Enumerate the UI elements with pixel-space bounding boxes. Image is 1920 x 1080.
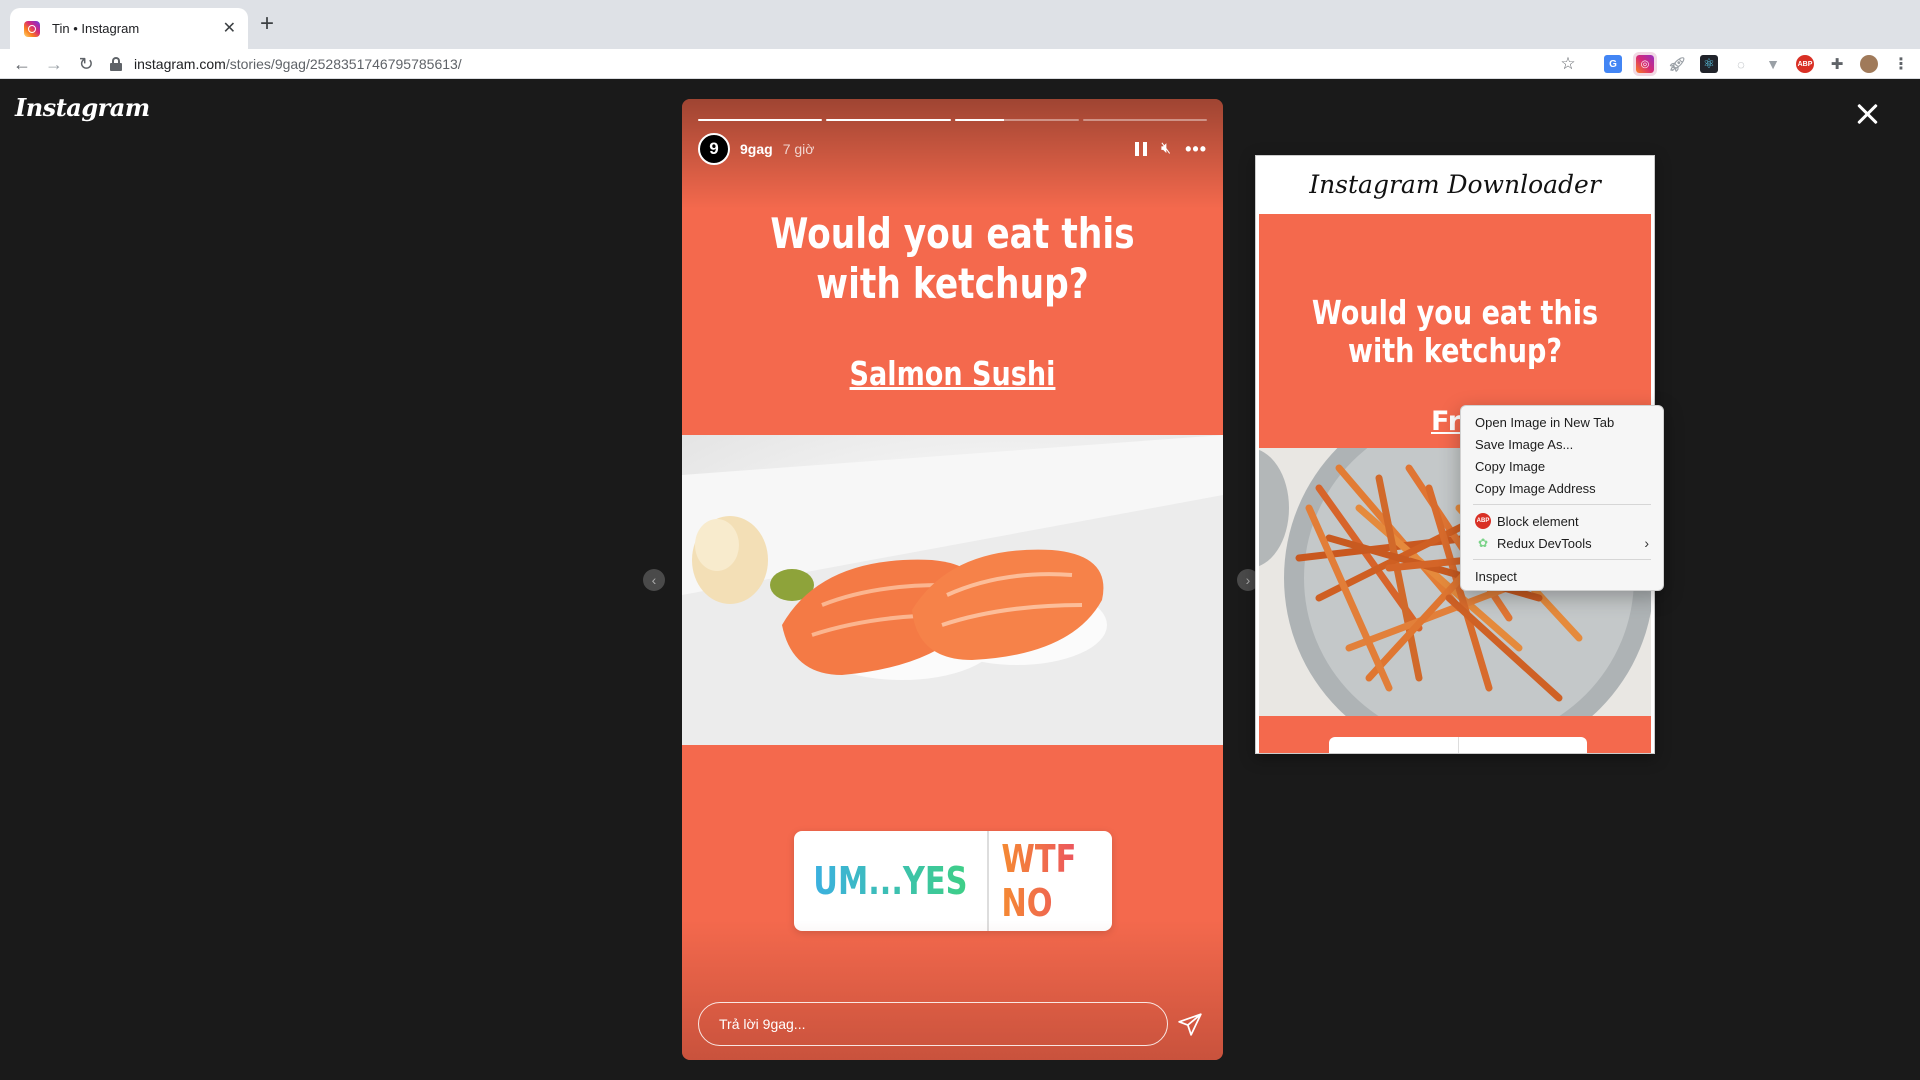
menu-separator — [1473, 559, 1651, 560]
poll-divider — [986, 831, 989, 931]
previous-story-arrow-icon[interactable]: ‹ — [643, 569, 665, 591]
story-progress-fill — [954, 119, 1005, 121]
url-domain: instagram.com — [134, 56, 226, 72]
chrome-menu-icon[interactable]: ⋮ — [1892, 55, 1910, 73]
clock-icon[interactable]: ◌ — [1732, 55, 1750, 73]
story-subtitle: Salmon Sushi — [849, 354, 1056, 393]
url-path: /stories/9gag/2528351746795785613/ — [225, 56, 462, 72]
menu-item-save-image-as[interactable]: Save Image As... — [1461, 433, 1663, 455]
poll-no-label: WTF NO — [1001, 837, 1100, 925]
menu-item-label: Block element — [1497, 513, 1579, 529]
popup-poll-sticker — [1329, 737, 1587, 753]
submenu-chevron-icon: › — [1644, 535, 1649, 551]
tab-title: Tin • Instagram — [52, 21, 140, 36]
tab-close-icon[interactable]: ✕ — [223, 20, 236, 37]
story-username[interactable]: 9gag — [740, 141, 773, 157]
lock-icon — [110, 57, 122, 71]
reload-button[interactable]: ↻ — [74, 52, 98, 76]
adblock-icon: ABP — [1475, 513, 1491, 529]
story-progress-fill — [826, 119, 951, 121]
story-card[interactable]: 9 9gag 7 giờ 🔇︎ ••• Would you eat this w… — [682, 99, 1223, 1060]
menu-item-copy-image[interactable]: Copy Image — [1461, 455, 1663, 477]
translate-icon[interactable]: G — [1604, 55, 1622, 73]
mute-icon[interactable]: 🔇︎ — [1161, 140, 1171, 158]
bookmark-star-icon[interactable]: ☆ — [1559, 54, 1577, 74]
poll-yes-label: UM...YES — [813, 859, 968, 903]
poll-option-yes[interactable]: UM...YES — [813, 831, 967, 931]
tab-strip: Tin • Instagram ✕ + — [0, 0, 1920, 49]
salmon-sushi-photo — [682, 435, 1223, 745]
more-options-icon[interactable]: ••• — [1185, 139, 1207, 160]
browser-tab[interactable]: Tin • Instagram ✕ — [10, 8, 248, 49]
story-timestamp: 7 giờ — [782, 141, 815, 157]
reply-placeholder: Trả lời 9gag... — [719, 1016, 806, 1032]
adblock-icon[interactable]: ABP — [1796, 55, 1814, 73]
pause-icon[interactable] — [1135, 142, 1147, 156]
story-header: 9 9gag 7 giờ 🔇︎ ••• — [698, 133, 1207, 165]
instagram-story-viewer: Instagram ‹ › 9 9gag 7 giờ 🔇︎ ••• Would … — [0, 79, 1920, 1080]
profile-avatar[interactable] — [1860, 55, 1878, 73]
menu-item-open-image-new-tab[interactable]: Open Image in New Tab — [1461, 411, 1663, 433]
story-progress-fill — [698, 119, 823, 121]
new-tab-button[interactable]: + — [260, 12, 274, 36]
menu-item-redux-devtools[interactable]: ✿ Redux DevTools › — [1461, 532, 1663, 554]
story-progress — [698, 119, 1207, 121]
avatar[interactable]: 9 — [698, 133, 730, 165]
menu-item-block-element[interactable]: ABP Block element — [1461, 510, 1663, 532]
instagram-downloader-icon[interactable]: ◎ — [1633, 52, 1657, 76]
vue-devtools-icon[interactable]: ▼ — [1764, 55, 1782, 73]
menu-item-label: Open Image in New Tab — [1475, 414, 1615, 430]
puzzle-icon[interactable]: ✚ — [1828, 55, 1846, 73]
story-progress-segment — [698, 119, 823, 121]
redux-icon: ✿ — [1477, 536, 1489, 550]
popup-title: Instagram Downloader — [1309, 170, 1601, 199]
story-progress-segment — [954, 119, 1079, 121]
address-bar[interactable]: instagram.com/stories/9gag/2528351746795… — [110, 49, 1590, 79]
menu-item-label: Inspect — [1475, 568, 1517, 584]
instagram-logo[interactable]: Instagram — [15, 93, 150, 122]
rocket-icon[interactable]: 🚀︎ — [1668, 55, 1686, 73]
menu-item-label: Redux DevTools — [1497, 535, 1592, 551]
menu-separator — [1473, 504, 1651, 505]
react-devtools-icon[interactable]: ⚛ — [1700, 55, 1718, 73]
story-question: Would you eat this with ketchup? — [770, 209, 1135, 308]
menu-item-inspect[interactable]: Inspect — [1461, 565, 1663, 587]
menu-item-label: Save Image As... — [1475, 436, 1574, 452]
menu-item-label: Copy Image Address — [1475, 480, 1596, 496]
poll-sticker: UM...YES WTF NO — [794, 831, 1112, 931]
send-icon[interactable] — [1177, 1011, 1203, 1037]
menu-item-label: Copy Image — [1475, 458, 1546, 474]
instagram-favicon-icon — [24, 20, 40, 37]
close-story-icon[interactable] — [1852, 99, 1882, 129]
extension-bar: ☆ G ◎ 🚀︎ ⚛ ◌ ▼ ABP ✚ ⋮ — [1559, 49, 1920, 79]
back-button[interactable]: ← — [10, 52, 34, 76]
story-progress-segment — [826, 119, 951, 121]
forward-button[interactable]: → — [42, 52, 66, 76]
story-progress-segment — [1082, 119, 1207, 121]
poll-option-no[interactable]: WTF NO — [1001, 831, 1100, 931]
menu-item-copy-image-address[interactable]: Copy Image Address — [1461, 477, 1663, 499]
reply-input[interactable]: Trả lời 9gag... — [698, 1002, 1168, 1046]
popup-story-question: Would you eat this with ketchup? — [1311, 293, 1599, 370]
context-menu: Open Image in New Tab Save Image As... C… — [1460, 405, 1664, 591]
browser-toolbar: ← → ↻ instagram.com/stories/9gag/2528351… — [0, 49, 1920, 79]
